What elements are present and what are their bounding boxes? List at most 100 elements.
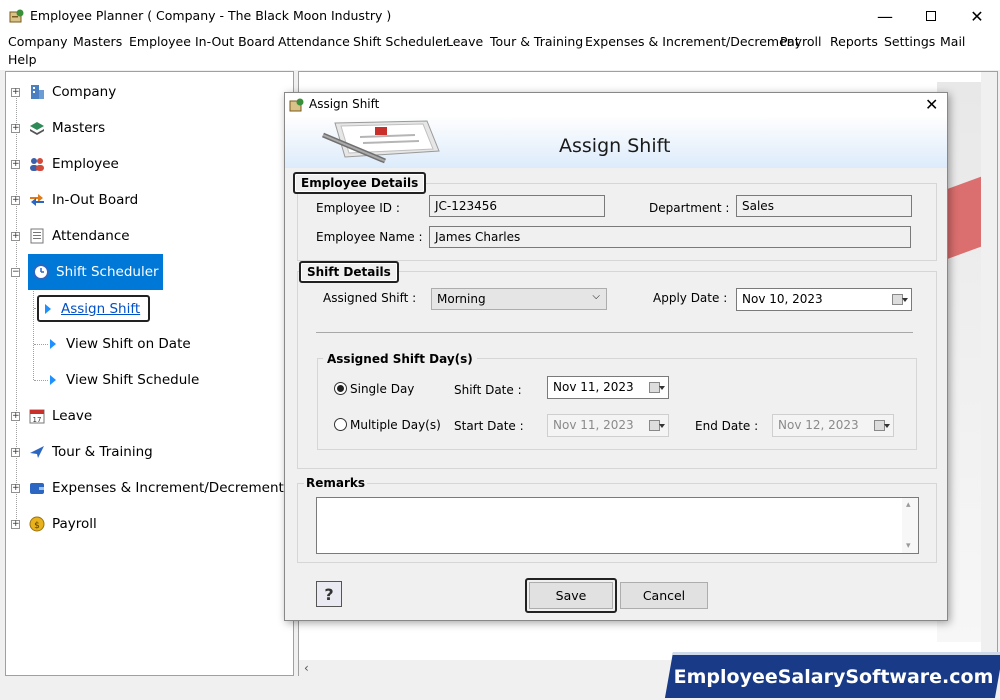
expand-icon[interactable]: + bbox=[11, 159, 20, 169]
menu-bar: Company Masters Employee In-Out Board At… bbox=[0, 32, 1000, 70]
remarks-scrollbar[interactable]: ▴ ▾ bbox=[902, 498, 918, 553]
tree-label-leave[interactable]: Leave bbox=[52, 408, 92, 424]
tree-node-attendance[interactable]: + Attendance bbox=[11, 224, 130, 248]
dialog-title: Assign Shift bbox=[309, 97, 380, 111]
triangle-icon bbox=[50, 375, 56, 385]
triangle-icon bbox=[45, 303, 51, 314]
divider bbox=[316, 332, 913, 333]
assigned-shift-label: Assigned Shift : bbox=[323, 291, 417, 305]
scroll-up-icon[interactable]: ▴ bbox=[906, 500, 911, 510]
tree-node-tour-training[interactable]: + Tour & Training bbox=[11, 440, 153, 464]
dialog-heading: Assign Shift bbox=[559, 135, 671, 157]
tree-node-shift-scheduler[interactable]: − Shift Scheduler bbox=[11, 254, 163, 290]
tree-node-payroll[interactable]: + $ Payroll bbox=[11, 512, 97, 536]
menu-leave[interactable]: Leave bbox=[446, 34, 483, 49]
dialog-close-icon[interactable]: ✕ bbox=[925, 95, 938, 114]
single-day-label[interactable]: Single Day bbox=[350, 382, 414, 396]
svg-text:$: $ bbox=[34, 521, 40, 531]
window-title: Employee Planner ( Company - The Black M… bbox=[30, 8, 392, 23]
menu-tour-training[interactable]: Tour & Training bbox=[490, 34, 583, 49]
close-button[interactable]: ✕ bbox=[954, 0, 1000, 32]
tree-label-company[interactable]: Company bbox=[52, 84, 116, 100]
apply-date-picker[interactable]: Nov 10, 2023 bbox=[736, 288, 912, 311]
menu-expenses[interactable]: Expenses & Increment/Decrement bbox=[585, 34, 800, 49]
end-date-picker[interactable]: Nov 12, 2023 bbox=[772, 414, 894, 437]
tree-node-leave[interactable]: + 17 Leave bbox=[11, 404, 92, 428]
help-button[interactable]: ? bbox=[316, 581, 342, 607]
collapse-icon[interactable]: − bbox=[11, 267, 20, 277]
menu-mail[interactable]: Mail bbox=[940, 34, 965, 49]
assigned-shift-select[interactable]: Morning ⌵ bbox=[431, 288, 607, 310]
remarks-label: Remarks bbox=[304, 476, 368, 490]
tree-node-employee[interactable]: + Employee bbox=[11, 152, 119, 176]
remarks-textarea[interactable]: ▴ ▾ bbox=[316, 497, 919, 554]
tree-node-expenses[interactable]: + Expenses & Increment/Decrement bbox=[11, 476, 284, 500]
multiple-days-radio[interactable] bbox=[334, 418, 347, 431]
minimize-icon: — bbox=[877, 6, 893, 26]
end-date-value: Nov 12, 2023 bbox=[778, 418, 859, 432]
tree-label-in-out-board[interactable]: In-Out Board bbox=[52, 192, 138, 208]
maximize-button[interactable] bbox=[908, 0, 954, 32]
tree-child-assign-shift[interactable]: Assign Shift bbox=[37, 295, 151, 322]
airplane-icon bbox=[30, 446, 44, 458]
menu-masters[interactable]: Masters bbox=[73, 34, 122, 49]
expand-icon[interactable]: + bbox=[11, 195, 20, 205]
tree-node-masters[interactable]: + Masters bbox=[11, 116, 105, 140]
menu-shift-scheduler[interactable]: Shift Scheduler bbox=[353, 34, 448, 49]
tree-label-attendance[interactable]: Attendance bbox=[52, 228, 130, 244]
menu-attendance[interactable]: Attendance bbox=[278, 34, 350, 49]
expand-icon[interactable]: + bbox=[11, 483, 20, 493]
vertical-scrollbar[interactable] bbox=[981, 72, 997, 662]
expand-icon[interactable]: + bbox=[11, 411, 20, 421]
start-date-picker[interactable]: Nov 11, 2023 bbox=[547, 414, 669, 437]
tree-label-payroll[interactable]: Payroll bbox=[52, 516, 97, 532]
dropdown-arrow-icon bbox=[884, 424, 890, 428]
dropdown-arrow-icon bbox=[902, 298, 908, 302]
assign-shift-dialog: Assign Shift ✕ Assign Shift Employee Det… bbox=[284, 92, 948, 621]
calendar-icon: 17 bbox=[29, 409, 45, 424]
tree-label-tour-training[interactable]: Tour & Training bbox=[52, 444, 153, 460]
tree-label-expenses[interactable]: Expenses & Increment/Decrement bbox=[52, 480, 284, 496]
tree-label-assign-shift[interactable]: Assign Shift bbox=[61, 301, 140, 317]
navigation-tree: + Company + Masters + Employee + In-Out … bbox=[5, 71, 294, 676]
tree-child-view-shift-schedule[interactable]: View Shift Schedule bbox=[50, 368, 199, 392]
triangle-icon bbox=[50, 339, 56, 349]
tree-node-company[interactable]: + Company bbox=[11, 80, 116, 104]
tree-label-view-shift-schedule[interactable]: View Shift Schedule bbox=[66, 372, 199, 388]
expand-icon[interactable]: + bbox=[11, 231, 20, 241]
tree-child-view-shift-on-date[interactable]: View Shift on Date bbox=[50, 332, 191, 356]
menu-reports[interactable]: Reports bbox=[830, 34, 878, 49]
tree-label-view-shift-on-date[interactable]: View Shift on Date bbox=[66, 336, 191, 352]
cancel-button[interactable]: Cancel bbox=[620, 582, 708, 609]
tree-label-masters[interactable]: Masters bbox=[52, 120, 105, 136]
employee-id-field[interactable]: JC-123456 bbox=[429, 195, 605, 217]
tree-label-employee[interactable]: Employee bbox=[52, 156, 119, 172]
menu-company[interactable]: Company bbox=[8, 34, 67, 49]
tree-label-shift-scheduler[interactable]: Shift Scheduler bbox=[56, 264, 159, 280]
menu-settings[interactable]: Settings bbox=[884, 34, 935, 49]
expand-icon[interactable]: + bbox=[11, 519, 20, 529]
tree-node-in-out-board[interactable]: + In-Out Board bbox=[11, 188, 138, 212]
title-bar: Employee Planner ( Company - The Black M… bbox=[0, 0, 1000, 32]
menu-in-out-board[interactable]: In-Out Board bbox=[195, 34, 275, 49]
expand-icon[interactable]: + bbox=[11, 447, 20, 457]
shift-date-picker[interactable]: Nov 11, 2023 bbox=[547, 376, 669, 399]
multiple-days-label[interactable]: Multiple Day(s) bbox=[350, 418, 441, 432]
clock-icon bbox=[33, 264, 49, 280]
expand-icon[interactable]: + bbox=[11, 123, 20, 133]
scroll-down-icon[interactable]: ▾ bbox=[906, 541, 911, 551]
menu-help[interactable]: Help bbox=[8, 52, 37, 67]
dropdown-arrow-icon bbox=[659, 386, 665, 390]
save-button[interactable]: Save bbox=[529, 582, 613, 609]
menu-payroll[interactable]: Payroll bbox=[780, 34, 822, 49]
single-day-radio[interactable] bbox=[334, 382, 347, 395]
employee-name-field[interactable]: James Charles bbox=[429, 226, 911, 248]
scroll-left-icon[interactable]: ‹ bbox=[304, 661, 309, 675]
save-button-frame: Save bbox=[525, 578, 617, 613]
department-field[interactable]: Sales bbox=[736, 195, 912, 217]
menu-employee[interactable]: Employee bbox=[129, 34, 191, 49]
minimize-button[interactable]: — bbox=[862, 0, 908, 32]
dialog-banner: Assign Shift bbox=[285, 117, 947, 168]
employee-details-legend: Employee Details bbox=[293, 172, 427, 194]
expand-icon[interactable]: + bbox=[11, 87, 20, 97]
